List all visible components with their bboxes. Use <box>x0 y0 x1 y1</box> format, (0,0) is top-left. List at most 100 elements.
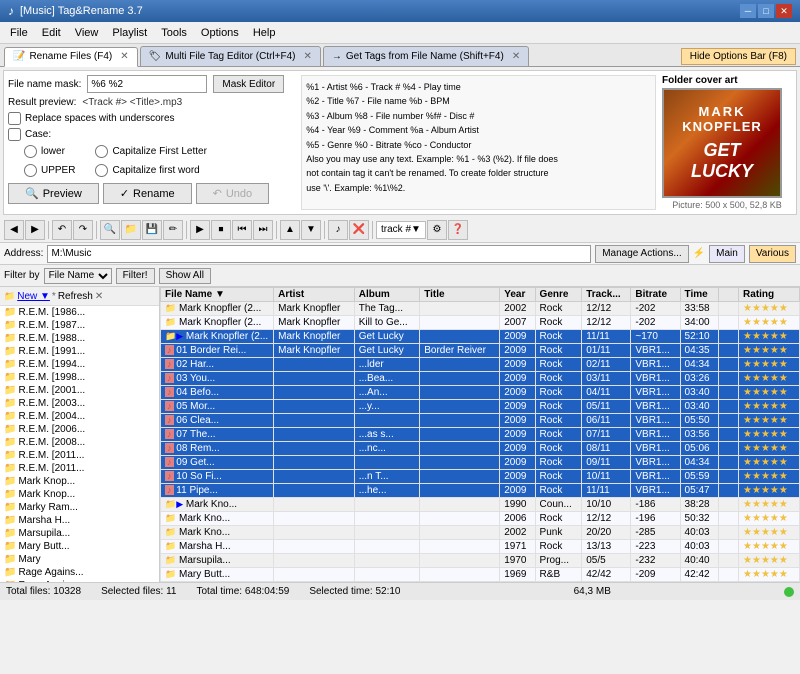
table-row[interactable]: ♪ 07 The... ...as s... 2009 Rock 07/11 V… <box>161 428 800 442</box>
tree-item[interactable]: 📁R.E.M. [1986... <box>0 306 159 319</box>
tree-item[interactable]: 📁R.E.M. [2008... <box>0 436 159 449</box>
minimize-button[interactable]: ─ <box>740 4 756 18</box>
mask-editor-button[interactable]: Mask Editor <box>213 75 284 93</box>
tb-up[interactable]: ▲ <box>280 220 300 240</box>
rename-button[interactable]: ✓ Rename <box>103 183 192 204</box>
menu-help[interactable]: Help <box>247 25 282 41</box>
table-row[interactable]: ♪ 09 Get... 2009 Rock 09/11 VBR1... 04:3… <box>161 456 800 470</box>
tab-multi-file-tag[interactable]: 🏷 Multi File Tag Editor (Ctrl+F4) ✕ <box>140 46 321 66</box>
tree-item[interactable]: 📁Marky Ram... <box>0 501 159 514</box>
preview-button[interactable]: 🔍 Preview <box>8 183 99 204</box>
tree-item[interactable]: 📁Marsha H... <box>0 514 159 527</box>
maximize-button[interactable]: □ <box>758 4 774 18</box>
table-row[interactable]: 📁▶ Mark Kno... 1990 Coun... 10/10 -186 3… <box>161 498 800 512</box>
close-tree[interactable]: ✕ <box>95 291 103 302</box>
tree-item[interactable]: 📁R.E.M. [2006... <box>0 423 159 436</box>
various-tab-button[interactable]: Various <box>749 245 796 263</box>
tb-save[interactable]: 💾 <box>142 220 162 240</box>
filter-type-select[interactable]: File Name <box>44 268 112 284</box>
tb-edit[interactable]: ✏ <box>163 220 183 240</box>
col-genre[interactable]: Genre <box>535 288 582 302</box>
col-time[interactable]: Time <box>680 288 718 302</box>
capitalize-word-radio[interactable] <box>95 164 108 177</box>
table-row[interactable]: 📁 Marsupila... 1970 Prog... 05/5 -232 40… <box>161 554 800 568</box>
track-filter-input[interactable]: track #▼ <box>376 221 426 239</box>
table-row[interactable]: ♪ 10 So Fi... ...n T... 2009 Rock 10/11 … <box>161 470 800 484</box>
col-title[interactable]: Title <box>420 288 500 302</box>
tree-item[interactable]: 📁R.E.M. [2001... <box>0 384 159 397</box>
col-artist[interactable]: Artist <box>274 288 355 302</box>
tb-down[interactable]: ▼ <box>301 220 321 240</box>
tree-item[interactable]: 📁Mark Knop... <box>0 475 159 488</box>
tree-item[interactable]: 📁Rage Agains... <box>0 579 159 582</box>
table-row[interactable]: ♪ 08 Rem... ...nc... 2009 Rock 08/11 VBR… <box>161 442 800 456</box>
close-button[interactable]: ✕ <box>776 4 792 18</box>
col-album[interactable]: Album <box>354 288 420 302</box>
tb-next[interactable]: ⏭ <box>253 220 273 240</box>
manage-actions-button[interactable]: Manage Actions... <box>595 245 689 263</box>
tree-item[interactable]: 📁R.E.M. [1991... <box>0 345 159 358</box>
col-rating[interactable]: Rating <box>739 288 800 302</box>
menu-view[interactable]: View <box>69 25 105 41</box>
tree-item[interactable]: 📁R.E.M. [2004... <box>0 410 159 423</box>
col-filename[interactable]: File Name ▼ <box>161 288 274 302</box>
tb-search[interactable]: 🔍 <box>100 220 120 240</box>
tree-item[interactable]: 📁Mark Knop... <box>0 488 159 501</box>
tree-item[interactable]: 📁Mary <box>0 553 159 566</box>
tab-rename-files-close[interactable]: ✕ <box>120 51 128 62</box>
capitalize-first-radio[interactable] <box>95 145 108 158</box>
tree-item[interactable]: 📁Mary Butt... <box>0 540 159 553</box>
replace-spaces-checkbox[interactable] <box>8 112 21 125</box>
tab-multi-file-close[interactable]: ✕ <box>304 51 312 62</box>
menu-options[interactable]: Options <box>195 25 245 41</box>
tree-item[interactable]: 📁Rage Agains... <box>0 566 159 579</box>
tab-get-tags-close[interactable]: ✕ <box>512 51 520 62</box>
tree-item[interactable]: 📁R.E.M. [1987... <box>0 319 159 332</box>
menu-playlist[interactable]: Playlist <box>106 25 153 41</box>
show-all-button[interactable]: Show All <box>159 268 211 284</box>
refresh-button[interactable]: Refresh <box>58 291 93 302</box>
tb-delete[interactable]: ❌ <box>349 220 369 240</box>
tree-item[interactable]: 📁R.E.M. [1998... <box>0 371 159 384</box>
col-year[interactable]: Year <box>500 288 535 302</box>
col-extra[interactable] <box>719 288 739 302</box>
table-row[interactable]: ♪ 06 Clea... 2009 Rock 06/11 VBR1... 05:… <box>161 414 800 428</box>
tree-item[interactable]: 📁R.E.M. [2003... <box>0 397 159 410</box>
table-row[interactable]: 📁▶ Mark Knopfler (2... Mark Knopfler Get… <box>161 330 800 344</box>
table-row[interactable]: ♪ 03 You... ...Bea... 2009 Rock 03/11 VB… <box>161 372 800 386</box>
tb-undo[interactable]: ↶ <box>52 220 72 240</box>
upper-radio[interactable] <box>24 164 37 177</box>
menu-tools[interactable]: Tools <box>155 25 193 41</box>
table-row[interactable]: ♪ 11 Pipe... ...he... 2009 Rock 11/11 VB… <box>161 484 800 498</box>
menu-edit[interactable]: Edit <box>36 25 67 41</box>
tb-folder[interactable]: 📁 <box>121 220 141 240</box>
table-row[interactable]: 📁 Mark Kno... 2002 Punk 20/20 -285 40:03… <box>161 526 800 540</box>
hide-options-button[interactable]: Hide Options Bar (F8) <box>681 48 796 65</box>
tb-redo[interactable]: ↷ <box>73 220 93 240</box>
tb-music[interactable]: ♪ <box>328 220 348 240</box>
tree-item[interactable]: 📁R.E.M. [1988... <box>0 332 159 345</box>
lower-radio[interactable] <box>24 145 37 158</box>
mask-input[interactable] <box>87 75 207 93</box>
address-input[interactable] <box>47 245 591 263</box>
main-tab-button[interactable]: Main <box>709 245 745 263</box>
tab-rename-files[interactable]: 📝 Rename Files (F4) ✕ <box>4 47 138 67</box>
tb-prev[interactable]: ⏮ <box>232 220 252 240</box>
case-checkbox[interactable] <box>8 128 21 141</box>
table-row[interactable]: ♪ 02 Har... ...lder 2009 Rock 02/11 VBR1… <box>161 358 800 372</box>
menu-file[interactable]: File <box>4 25 34 41</box>
filter-button[interactable]: Filter! <box>116 268 155 284</box>
table-row[interactable]: 📁 Mark Kno... 2006 Rock 12/12 -196 50:32… <box>161 512 800 526</box>
table-row[interactable]: ♪ 05 Mor... ...y... 2009 Rock 05/11 VBR1… <box>161 400 800 414</box>
tb-back[interactable]: ◀ <box>4 220 24 240</box>
col-bitrate[interactable]: Bitrate <box>631 288 680 302</box>
col-track[interactable]: Track... <box>582 288 631 302</box>
table-row[interactable]: ♪ 01 Border Rei... Mark Knopfler Get Luc… <box>161 344 800 358</box>
tb-settings[interactable]: ⚙ <box>427 220 447 240</box>
table-row[interactable]: 📁 Mary 1972 Prog... 06/6 -218 31:33 ★★★★… <box>161 582 800 583</box>
tb-play[interactable]: ▶ <box>190 220 210 240</box>
table-row[interactable]: 📁 Mark Knopfler (2... Mark Knopfler The … <box>161 302 800 316</box>
tree-item[interactable]: 📁R.E.M. [1994... <box>0 358 159 371</box>
table-row[interactable]: 📁 Mary Butt... 1969 R&B 42/42 -209 42:42… <box>161 568 800 582</box>
tree-item[interactable]: 📁R.E.M. [2011... <box>0 462 159 475</box>
